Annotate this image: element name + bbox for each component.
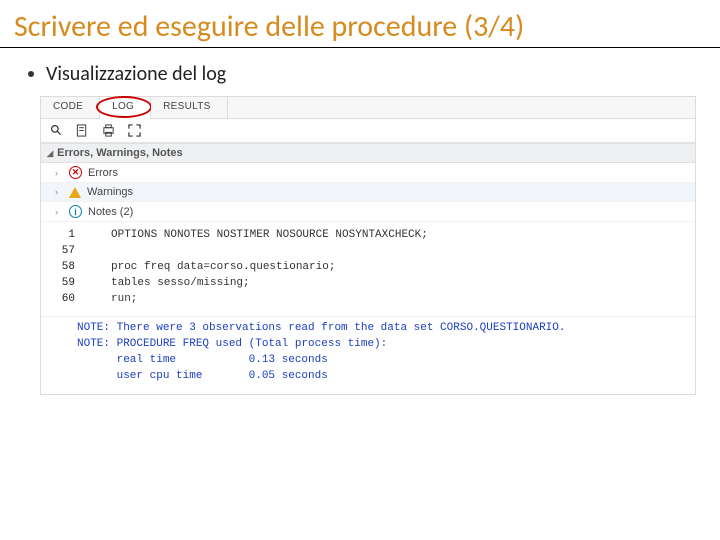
line-number: 1: [41, 228, 111, 244]
tab-results[interactable]: RESULTS: [151, 97, 227, 118]
slide-bullet: Visualizzazione del log: [0, 56, 720, 96]
line-number: 59: [41, 276, 111, 292]
log-toolbar: [41, 119, 695, 143]
code-line: OPTIONS NONOTES NOSTIMER NOSOURCE NOSYNT…: [111, 229, 428, 241]
chevron-right-icon: ›: [55, 187, 63, 197]
bullet-dot: [28, 71, 34, 77]
tab-code[interactable]: CODE: [41, 97, 100, 118]
expand-icon[interactable]: [127, 124, 141, 138]
ewn-header[interactable]: ◢ Errors, Warnings, Notes: [41, 143, 695, 163]
code-line: run;: [111, 293, 137, 305]
warning-icon: [69, 187, 81, 198]
chevron-right-icon: ›: [55, 207, 63, 217]
code-line: tables sesso/missing;: [111, 277, 250, 289]
code-line: proc freq data=corso.questionario;: [111, 261, 335, 273]
slide-title: Scrivere ed eseguire delle procedure (3/…: [0, 0, 720, 48]
notes-label: Notes (2): [88, 206, 133, 218]
bullet-text: Visualizzazione del log: [46, 62, 226, 86]
line-number: 58: [41, 260, 111, 276]
errors-label: Errors: [88, 167, 118, 179]
tab-log[interactable]: LOG: [100, 97, 151, 119]
warnings-label: Warnings: [87, 186, 133, 198]
log-notes-block: NOTE: There were 3 observations read fro…: [41, 316, 695, 395]
log-code-block: 1OPTIONS NONOTES NOSTIMER NOSOURCE NOSYN…: [41, 222, 695, 316]
warnings-row[interactable]: › Warnings: [41, 183, 695, 202]
tab-log-label: LOG: [112, 101, 134, 112]
note-icon: i: [69, 205, 82, 218]
line-number: 60: [41, 292, 111, 308]
errors-row[interactable]: › ✕ Errors: [41, 163, 695, 183]
log-panel: CODE LOG RESULTS ◢ Errors, Warnings, Note…: [40, 96, 696, 395]
collapse-triangle-icon: ◢: [47, 149, 53, 158]
notes-row[interactable]: › i Notes (2): [41, 202, 695, 222]
tab-bar: CODE LOG RESULTS: [41, 97, 695, 119]
ewn-header-label: Errors, Warnings, Notes: [57, 147, 183, 159]
error-icon: ✕: [69, 166, 82, 179]
search-icon[interactable]: [49, 124, 63, 138]
document-icon[interactable]: [75, 124, 89, 138]
chevron-right-icon: ›: [55, 168, 63, 178]
print-icon[interactable]: [101, 124, 115, 138]
line-number: 57: [41, 244, 111, 260]
